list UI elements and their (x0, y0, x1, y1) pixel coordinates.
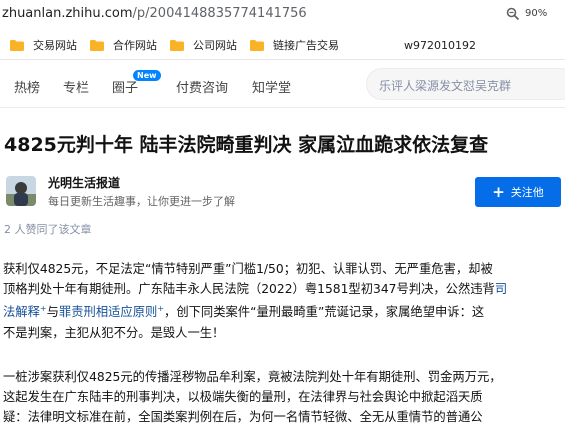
inline-link[interactable]: 法解释 (3, 306, 40, 320)
bookmarks-bar: 交易网站 合作网站 公司网站 链接广告交易 w972010192 (0, 30, 565, 60)
paragraph-line: 获利仅4825元，不足法定“情节特别严重”门槛1/50；初犯、认罪认罚、无严重危… (3, 262, 493, 276)
bookmark-label: 公司网站 (193, 39, 237, 52)
bookmark-folder-1[interactable]: 交易网站 (10, 37, 77, 53)
paragraph-line: 疑：法律明文标准在前，全国类案判例在后，为何一名情节轻微、全无从重情节的普通公 (3, 410, 483, 425)
line-text: ，创下同类案件“量刑最畸重”荒诞记录，家属绝望申诉：这 (164, 305, 485, 320)
avatar[interactable] (6, 176, 36, 206)
bookmark-label: 链接广告交易 (273, 39, 339, 52)
zoom-level: 90% (525, 8, 548, 19)
line-text: 顶格判处十年有期徒刑。广东陆丰永人民法院（2022）粤1581型初347号判决，… (3, 282, 495, 297)
url-domain: zhuanlan.zhihu.com (2, 6, 133, 21)
nav-item-circle[interactable]: 圈子 (112, 77, 138, 96)
nav-item-column[interactable]: 专栏 (63, 77, 89, 96)
plus-icon: + (492, 183, 505, 201)
avatar-image (6, 176, 36, 206)
article-title: 4825元判十年 陆丰法院畸重判决 家属泣血跪求依法复查 (4, 134, 489, 156)
paragraph-line: 顶格判处十年有期徒刑。广东陆丰永人民法院（2022）粤1581型初347号判决，… (3, 279, 563, 299)
bookmark-text-item[interactable]: w972010192 (404, 39, 476, 52)
url-path: /p/2004148835774141756 (132, 6, 307, 21)
line-text: 与 (46, 305, 59, 320)
folder-icon (10, 39, 24, 51)
folder-icon (90, 39, 104, 51)
bookmark-folder-4[interactable]: 链接广告交易 (250, 37, 339, 53)
address-bar[interactable]: zhuanlan.zhihu.com/p/2004148835774141756… (0, 0, 565, 30)
article-paragraph-2: 一桩涉案获利仅4825元的传播淫秽物品牟利案，竟被法院判处十年有期徒刑、罚金两万… (3, 367, 563, 425)
new-badge: New (133, 70, 161, 81)
bookmark-label: 合作网站 (113, 39, 157, 52)
url-text[interactable]: zhuanlan.zhihu.com/p/2004148835774141756 (2, 6, 307, 21)
author-description: 每日更新生活趣事，让你更进一步了解 (48, 195, 235, 208)
inline-link[interactable]: 司 (495, 282, 507, 296)
zoom-icon[interactable] (506, 7, 520, 21)
inline-link[interactable]: 罪责刑相适应原则 (59, 306, 157, 320)
author-name[interactable]: 光明生活报道 (48, 174, 120, 191)
folder-icon (250, 39, 264, 51)
follow-button[interactable]: + 关注他 (475, 177, 561, 207)
search-input[interactable]: 乐评人梁源发文怼吴克群 (366, 68, 565, 100)
bookmark-label: 交易网站 (33, 39, 77, 52)
follow-label: 关注他 (510, 186, 544, 199)
paragraph-line: 法解释+与罪责刑相适应原则+，创下同类案件“量刑最畸重”荒诞记录，家属绝望申诉：… (3, 299, 563, 322)
nav-item-hot[interactable]: 热榜 (14, 77, 40, 96)
bookmark-folder-3[interactable]: 公司网站 (170, 37, 237, 53)
nav-item-paid-consult[interactable]: 付费咨询 (176, 77, 228, 96)
link-plus-icon: + (157, 304, 165, 314)
link-plus-icon: + (39, 304, 47, 314)
likes-count: 2 人赞同了该文章 (4, 223, 92, 236)
paragraph-line: 不是判案，主犯从犯不分。是毁人一生！ (3, 325, 225, 340)
bookmark-folder-2[interactable]: 合作网站 (90, 37, 157, 53)
paragraph-line: 一桩涉案获利仅4825元的传播淫秽物品牟利案，竟被法院判处十年有期徒刑、罚金两万… (3, 370, 502, 384)
folder-icon (170, 39, 184, 51)
site-header: 热榜 专栏 圈子 New 付费咨询 知学堂 乐评人梁源发文怼吴克群 (0, 61, 565, 108)
nav-item-zhixuetang[interactable]: 知学堂 (252, 77, 291, 96)
article-paragraph-1: 获利仅4825元，不足法定“情节特别严重”门槛1/50；初犯、认罪认罚、无严重危… (3, 259, 563, 343)
paragraph-line: 这起发生在广东陆丰的刑事判决，以极端失衡的量刑，在法律界与社会舆论中掀起滔天质 (3, 390, 483, 405)
